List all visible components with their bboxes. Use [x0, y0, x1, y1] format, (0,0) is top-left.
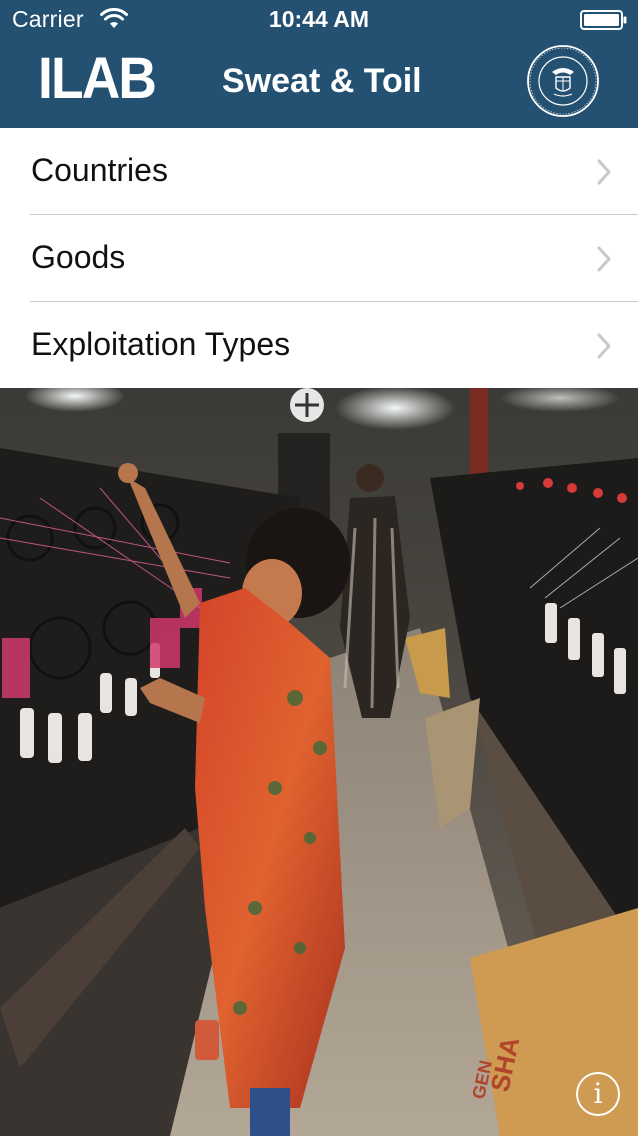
menu-item-goods[interactable]: Goods: [0, 215, 638, 302]
status-bar: Carrier 10:44 AM: [0, 0, 638, 40]
menu-item-label: Exploitation Types: [31, 326, 291, 362]
menu-item-exploitation-types[interactable]: Exploitation Types: [0, 302, 638, 389]
chevron-right-icon: [597, 246, 611, 272]
photo-illustration: SHA GEN: [0, 388, 638, 1136]
battery-icon: [580, 10, 627, 30]
ilab-logo: ILAB: [38, 46, 157, 111]
menu-item-label: Goods: [31, 239, 126, 275]
page-title: Sweat & Toil: [222, 62, 422, 100]
chevron-right-icon: [597, 159, 611, 185]
app-screen: Carrier 10:44 AM ILAB Sweat & Toil Count…: [0, 0, 638, 1136]
menu-item-countries[interactable]: Countries: [0, 128, 638, 215]
department-of-labor-seal-icon: [527, 45, 599, 117]
navigation-bar: Carrier 10:44 AM ILAB Sweat & Toil: [0, 0, 638, 128]
chevron-right-icon: [597, 333, 611, 359]
status-time: 10:44 AM: [268, 6, 370, 32]
category-menu: Countries Goods Exploitation Types: [0, 128, 638, 388]
info-button[interactable]: i: [576, 1072, 620, 1116]
menu-item-label: Countries: [31, 152, 168, 188]
info-icon: i: [593, 1077, 603, 1110]
factory-worker-photo: SHA GEN: [0, 388, 638, 1136]
